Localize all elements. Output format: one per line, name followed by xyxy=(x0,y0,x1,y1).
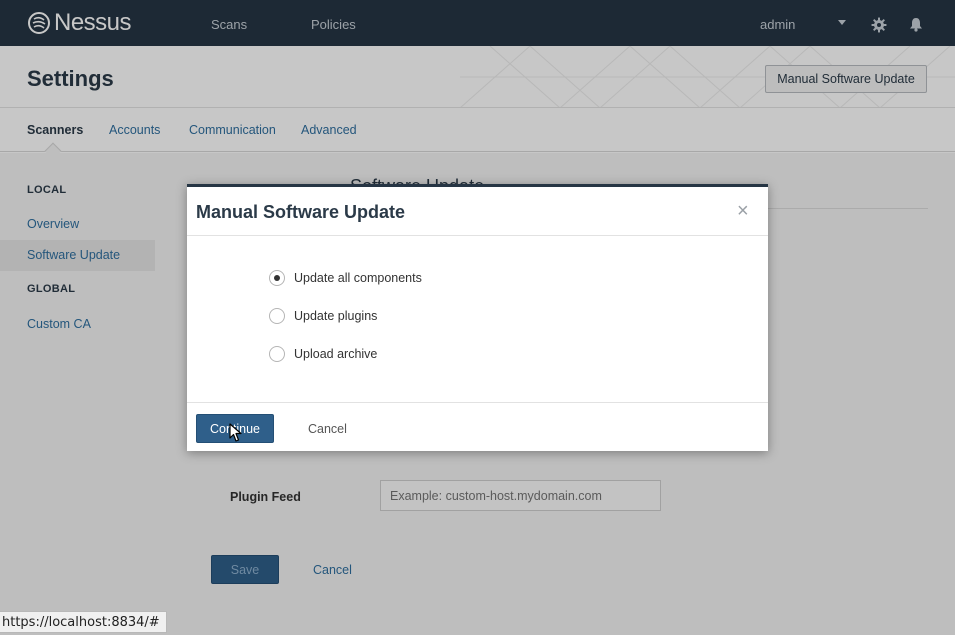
option-upload-archive[interactable]: Upload archive xyxy=(269,345,377,363)
close-icon[interactable]: × xyxy=(737,201,749,221)
option-update-all-components[interactable]: Update all components xyxy=(269,269,422,287)
dialog-title: Manual Software Update xyxy=(196,202,406,222)
option-label: Upload archive xyxy=(294,347,378,361)
radio-upload-archive[interactable] xyxy=(269,346,285,362)
browser-status-url: https://localhost:8834/# xyxy=(0,611,167,633)
option-update-plugins[interactable]: Update plugins xyxy=(269,307,377,325)
dialog-cancel-button[interactable]: Cancel xyxy=(308,422,347,436)
option-label: Update all components xyxy=(294,271,422,285)
dialog-footer-divider xyxy=(187,402,768,403)
radio-update-plugins[interactable] xyxy=(269,308,285,324)
dialog-header-divider xyxy=(187,235,768,236)
mouse-cursor-icon xyxy=(229,423,242,442)
option-label: Update plugins xyxy=(294,309,378,323)
radio-update-all-components[interactable] xyxy=(269,270,285,286)
manual-software-update-dialog: Manual Software Update × Update all comp… xyxy=(187,184,768,451)
